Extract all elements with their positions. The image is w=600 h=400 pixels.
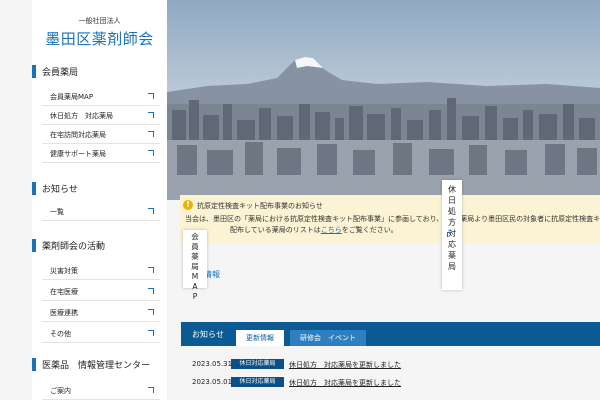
sidebar-item-guide[interactable]: ご案内 (42, 382, 160, 400)
heading-accent-bar (32, 182, 36, 195)
corner-arrow-icon (148, 309, 154, 315)
heading-accent-bar (32, 358, 36, 371)
exclamation-icon: ! (183, 200, 193, 210)
org-name-logo[interactable]: 墨田区薬剤師会 (32, 28, 167, 49)
news-category-badge: 休日対応薬局 (231, 359, 284, 369)
cityscape-mount-fuji-photo (167, 0, 600, 200)
news-category-badge: 休日対応薬局 (231, 377, 284, 387)
tab-updates[interactable]: 更新情報 (236, 330, 284, 346)
news-date: 2023.05.01 (192, 378, 233, 386)
sidebar-item-member-map[interactable]: 会員薬局MAP (42, 88, 160, 106)
news-heading: お知らせ (192, 330, 224, 339)
floating-tab-member-map[interactable]: 会員薬局MAP (183, 230, 207, 301)
section-heading-news: お知らせ (32, 181, 167, 197)
floating-tab-member-map-label: 会員薬局MAP (191, 232, 199, 301)
corner-arrow-icon (148, 131, 154, 137)
sidebar-item-home-visit[interactable]: 在宅訪問対応薬局 (42, 126, 160, 144)
section-heading-activities: 薬剤師会の活動 (32, 238, 167, 254)
notice-body-line2: 配布している薬局のリストはこちらをご覧ください。 (230, 226, 398, 234)
news-row[interactable]: 2023.05.31 休日対応薬局 休日処方 対応薬局を更新しました (181, 357, 600, 373)
section-heading-member-pharmacy: 会員薬局 (32, 64, 167, 80)
org-subtitle: 一般社団法人 (78, 17, 121, 25)
corner-arrow-icon (148, 112, 154, 118)
corner-arrow-icon (447, 232, 452, 237)
news-title-link[interactable]: 休日処方 対応薬局を更新しました (289, 360, 401, 370)
sidebar-item-holiday[interactable]: 休日処方 対応薬局 (42, 107, 160, 125)
news-date: 2023.05.31 (192, 360, 233, 368)
corner-arrow-icon (148, 288, 154, 294)
sidebar-item-home-care[interactable]: 在宅医療 (42, 283, 160, 301)
sidebar-item-medical-coop[interactable]: 医療連携 (42, 304, 160, 322)
tab-events[interactable]: 研修会 イベント (290, 330, 366, 346)
notice-title: 抗原定性検査キット配布事業のお知らせ (197, 202, 323, 210)
news-title-link[interactable]: 休日処方 対応薬局を更新しました (289, 378, 401, 388)
corner-arrow-icon (148, 387, 154, 393)
hero-cityscape-image (167, 0, 600, 200)
news-row[interactable]: 2023.05.01 休日対応薬局 休日処方 対応薬局を更新しました (181, 375, 600, 391)
notice-body-line1: 当会は、墨田区の「薬局における抗原定性検査キット配布事業」に参画しており、 員薬局… (185, 215, 600, 223)
sidebar-item-news-list[interactable]: 一覧 (42, 203, 160, 221)
heading-accent-bar (32, 239, 36, 252)
corner-arrow-icon (148, 330, 154, 336)
corner-arrow-icon (148, 93, 154, 99)
floating-tab-holiday-pharmacy[interactable]: 休日処方 対応薬局 (442, 180, 464, 290)
sidebar: 一般社団法人 墨田区薬剤師会 会員薬局 会員薬局MAP 休日処方 対応薬局 在宅… (32, 0, 167, 400)
sidebar-item-disaster[interactable]: 災害対策 (42, 262, 160, 280)
sidebar-item-health-support[interactable]: 健康サポート薬局 (42, 145, 160, 163)
notice-here-link[interactable]: こちら (321, 226, 342, 234)
section-heading-drug-info-center: 医薬品 情報管理センター (32, 357, 167, 373)
corner-arrow-icon (148, 150, 154, 156)
corner-arrow-icon (148, 208, 154, 214)
notice-banner: ! 抗原定性検査キット配布事業のお知らせ 当会は、墨田区の「薬局における抗原定性… (180, 195, 600, 243)
heading-accent-bar (32, 65, 36, 78)
corner-arrow-icon (148, 267, 154, 273)
sidebar-item-other[interactable]: その他 (42, 325, 160, 343)
